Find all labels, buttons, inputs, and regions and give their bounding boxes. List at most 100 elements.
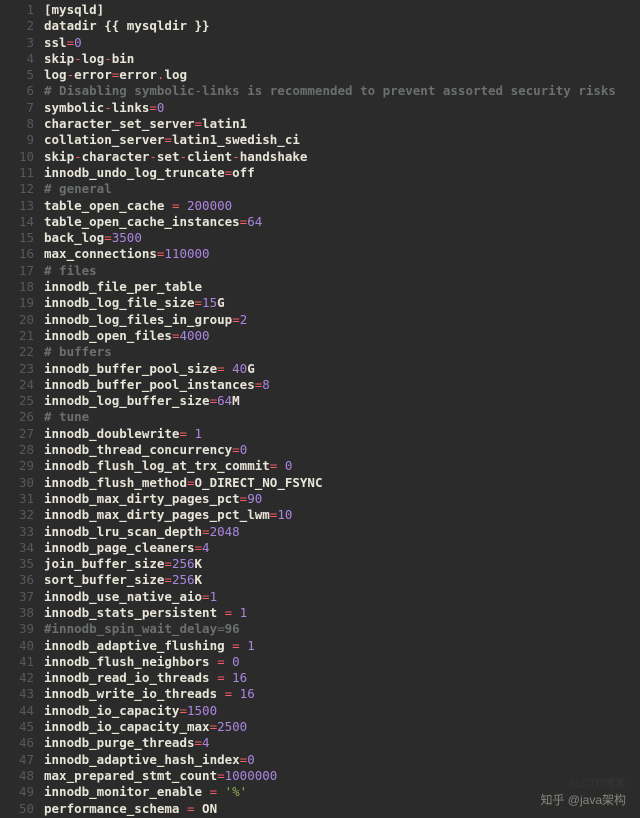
line-number: 18 [0,279,34,295]
line-number: 29 [0,458,34,474]
code-line: sort_buffer_size=256K [44,572,640,588]
line-number: 8 [0,116,34,132]
line-number: 42 [0,670,34,686]
code-line: innodb_stats_persistent = 1 [44,605,640,621]
code-line: innodb_buffer_pool_instances=8 [44,377,640,393]
code-line: innodb_log_files_in_group=2 [44,312,640,328]
line-number: 38 [0,605,34,621]
line-number: 16 [0,246,34,262]
code-line: innodb_log_file_size=15G [44,295,640,311]
line-number: 14 [0,214,34,230]
line-number: 44 [0,703,34,719]
code-content[interactable]: [mysqld]datadir {{ mysqldir }}ssl=0skip-… [44,2,640,817]
code-line: innodb_adaptive_flushing = 1 [44,638,640,654]
line-number: 41 [0,654,34,670]
code-line: innodb_open_files=4000 [44,328,640,344]
line-number: 26 [0,409,34,425]
code-line: symbolic-links=0 [44,100,640,116]
line-number: 36 [0,572,34,588]
code-line: # files [44,263,640,279]
line-number: 17 [0,263,34,279]
line-number: 3 [0,35,34,51]
line-number: 28 [0,442,34,458]
line-number: 25 [0,393,34,409]
code-line: # tune [44,409,640,425]
line-number: 20 [0,312,34,328]
code-line: [mysqld] [44,2,640,18]
code-line: # general [44,181,640,197]
code-line: log-error=error.log [44,67,640,83]
code-line: innodb_undo_log_truncate=off [44,165,640,181]
line-number: 24 [0,377,34,393]
code-editor: 1234567891011121314151617181920212223242… [0,0,640,817]
code-line: table_open_cache = 200000 [44,198,640,214]
line-number: 23 [0,361,34,377]
line-number: 5 [0,67,34,83]
line-number: 27 [0,426,34,442]
line-number: 35 [0,556,34,572]
line-number: 50 [0,801,34,817]
line-number: 32 [0,507,34,523]
line-number: 37 [0,589,34,605]
line-number: 49 [0,784,34,800]
line-number: 11 [0,165,34,181]
code-line: datadir {{ mysqldir }} [44,18,640,34]
code-line: innodb_purge_threads=4 [44,735,640,751]
line-number: 30 [0,475,34,491]
line-number: 46 [0,735,34,751]
code-line: skip-character-set-client-handshake [44,149,640,165]
line-number: 13 [0,198,34,214]
code-line: innodb_write_io_threads = 16 [44,686,640,702]
line-number: 31 [0,491,34,507]
line-number: 45 [0,719,34,735]
code-line: innodb_buffer_pool_size= 40G [44,361,640,377]
watermark-primary: 知乎 @java架构 [540,792,626,808]
code-line: character_set_server=latin1 [44,116,640,132]
code-line: skip-log-bin [44,51,640,67]
line-number: 2 [0,18,34,34]
code-line: innodb_max_dirty_pages_pct_lwm=10 [44,507,640,523]
code-line: # Disabling symbolic-links is recommende… [44,83,640,99]
code-line: join_buffer_size=256K [44,556,640,572]
code-line: innodb_read_io_threads = 16 [44,670,640,686]
line-number: 4 [0,51,34,67]
code-line: innodb_flush_method=O_DIRECT_NO_FSYNC [44,475,640,491]
code-line: table_open_cache_instances=64 [44,214,640,230]
line-number: 15 [0,230,34,246]
line-number: 40 [0,638,34,654]
line-number: 39 [0,621,34,637]
code-line: ssl=0 [44,35,640,51]
line-number-gutter: 1234567891011121314151617181920212223242… [0,2,44,817]
code-line: innodb_flush_log_at_trx_commit= 0 [44,458,640,474]
code-line: # buffers [44,344,640,360]
line-number: 33 [0,524,34,540]
code-line: max_prepared_stmt_count=1000000 [44,768,640,784]
code-line: #innodb_spin_wait_delay=96 [44,621,640,637]
code-line: innodb_thread_concurrency=0 [44,442,640,458]
code-line: innodb_lru_scan_depth=2048 [44,524,640,540]
code-line: innodb_file_per_table [44,279,640,295]
line-number: 48 [0,768,34,784]
code-line: innodb_flush_neighbors = 0 [44,654,640,670]
line-number: 47 [0,752,34,768]
code-line: innodb_io_capacity=1500 [44,703,640,719]
line-number: 19 [0,295,34,311]
code-line: collation_server=latin1_swedish_ci [44,132,640,148]
line-number: 9 [0,132,34,148]
code-line: max_connections=110000 [44,246,640,262]
line-number: 21 [0,328,34,344]
line-number: 1 [0,2,34,18]
code-line: innodb_adaptive_hash_index=0 [44,752,640,768]
code-line: innodb_max_dirty_pages_pct=90 [44,491,640,507]
code-line: innodb_page_cleaners=4 [44,540,640,556]
line-number: 7 [0,100,34,116]
code-line: back_log=3500 [44,230,640,246]
code-line: innodb_io_capacity_max=2500 [44,719,640,735]
line-number: 12 [0,181,34,197]
line-number: 10 [0,149,34,165]
line-number: 6 [0,83,34,99]
watermark-secondary: 51CTO博客 [569,776,626,792]
code-line: innodb_doublewrite= 1 [44,426,640,442]
line-number: 43 [0,686,34,702]
line-number: 34 [0,540,34,556]
